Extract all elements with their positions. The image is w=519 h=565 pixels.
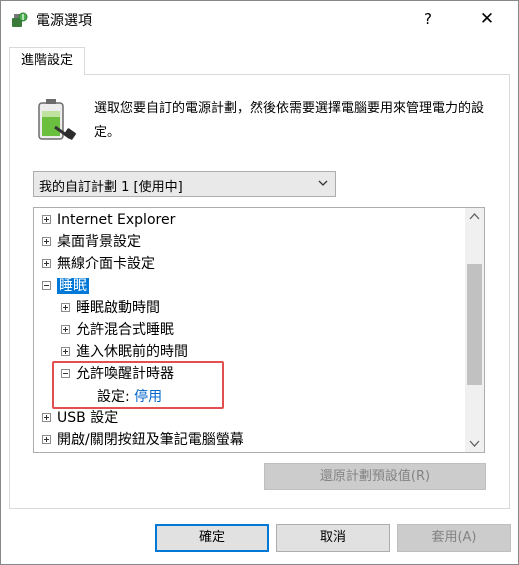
cancel-button[interactable]: 取消 bbox=[276, 524, 390, 552]
vertical-scrollbar[interactable] bbox=[465, 208, 484, 452]
scroll-up-icon[interactable] bbox=[465, 208, 484, 225]
expand-plus-icon[interactable] bbox=[42, 258, 51, 268]
window-title: 電源選項 bbox=[36, 13, 92, 29]
restore-defaults-button[interactable]: 還原計劃預設值(R) bbox=[264, 463, 486, 490]
power-plan-dropdown[interactable]: 我的自訂計劃 1 [使用中] bbox=[33, 171, 336, 197]
tree-item-label: 無線介面卡設定 bbox=[57, 256, 155, 272]
tree-item-usb-settings[interactable]: USB 設定 bbox=[42, 407, 118, 429]
chevron-down-icon bbox=[318, 180, 328, 186]
tree-item-sleep[interactable]: 睡眠 bbox=[42, 275, 89, 297]
tab-advanced-settings[interactable]: 進階設定 bbox=[9, 47, 85, 75]
tree-item-label: USB 設定 bbox=[57, 410, 119, 426]
tree-item-desktop-background[interactable]: 桌面背景設定 bbox=[42, 231, 141, 253]
tree-item-hibernate-after[interactable]: 進入休眠前的時間 bbox=[61, 341, 188, 363]
tree-item-power-buttons-lid[interactable]: 開啟/關閉按鈕及筆記電腦螢幕 bbox=[42, 429, 244, 451]
power-plan-value: 我的自訂計劃 1 [使用中] bbox=[39, 180, 183, 195]
power-options-icon bbox=[12, 12, 28, 27]
expand-plus-icon[interactable] bbox=[42, 412, 51, 422]
collapse-minus-icon[interactable] bbox=[42, 280, 51, 290]
tree-item-label: 開啟/關閉按鈕及筆記電腦螢幕 bbox=[57, 432, 244, 448]
tree-item-label: 允許混合式睡眠 bbox=[76, 322, 174, 338]
description-text: 選取您要自訂的電源計劃，然後依需要選擇電腦要用來管理電力的設定。 bbox=[94, 101, 485, 140]
tab-strip: 進階設定 bbox=[9, 47, 510, 75]
ok-button[interactable]: 確定 bbox=[155, 524, 269, 552]
expand-plus-icon[interactable] bbox=[61, 302, 70, 312]
tree-item-label: Internet Explorer bbox=[57, 212, 176, 228]
tree-item-hybrid-sleep[interactable]: 允許混合式睡眠 bbox=[61, 319, 174, 341]
expand-plus-icon[interactable] bbox=[61, 324, 70, 334]
tree-item-label: 進入休眠前的時間 bbox=[76, 344, 188, 360]
apply-button[interactable]: 套用(A) bbox=[397, 524, 511, 552]
setting-label: 設定: bbox=[97, 389, 130, 405]
settings-tree[interactable]: Internet Explorer 桌面背景設定 無線介面卡設定 睡眠 睡眠啟動… bbox=[33, 207, 485, 453]
collapse-minus-icon[interactable] bbox=[61, 368, 70, 378]
tree-item-label: 桌面背景設定 bbox=[57, 234, 141, 250]
expand-plus-icon[interactable] bbox=[42, 434, 51, 444]
expand-plus-icon[interactable] bbox=[42, 236, 51, 246]
tree-item-wake-timers[interactable]: 允許喚醒計時器 bbox=[61, 363, 174, 385]
close-button[interactable]: ✕ bbox=[467, 5, 507, 33]
tree-item-wireless-adapter[interactable]: 無線介面卡設定 bbox=[42, 253, 155, 275]
battery-plug-icon bbox=[38, 99, 76, 140]
wake-timers-setting: 設定: 停用 bbox=[97, 386, 162, 408]
help-button[interactable]: ? bbox=[413, 5, 443, 33]
tree-item-internet-explorer[interactable]: Internet Explorer bbox=[42, 209, 175, 231]
tree-item-label: 允許喚醒計時器 bbox=[76, 366, 174, 382]
expand-plus-icon[interactable] bbox=[42, 214, 51, 224]
power-options-dialog: 電源選項 ? ✕ 進階設定 選取您要自訂的電源計劃，然後依需要選擇電腦要用來管理… bbox=[0, 0, 519, 565]
scroll-down-icon[interactable] bbox=[465, 435, 484, 452]
tree-item-label: 睡眠 bbox=[57, 278, 89, 294]
expand-plus-icon[interactable] bbox=[61, 346, 70, 356]
setting-value-link[interactable]: 停用 bbox=[134, 389, 162, 405]
tree-item-label: 睡眠啟動時間 bbox=[76, 300, 160, 316]
tree-item-sleep-after[interactable]: 睡眠啟動時間 bbox=[61, 297, 160, 319]
title-bar: 電源選項 ? ✕ bbox=[1, 1, 518, 37]
scrollbar-thumb[interactable] bbox=[467, 264, 482, 385]
